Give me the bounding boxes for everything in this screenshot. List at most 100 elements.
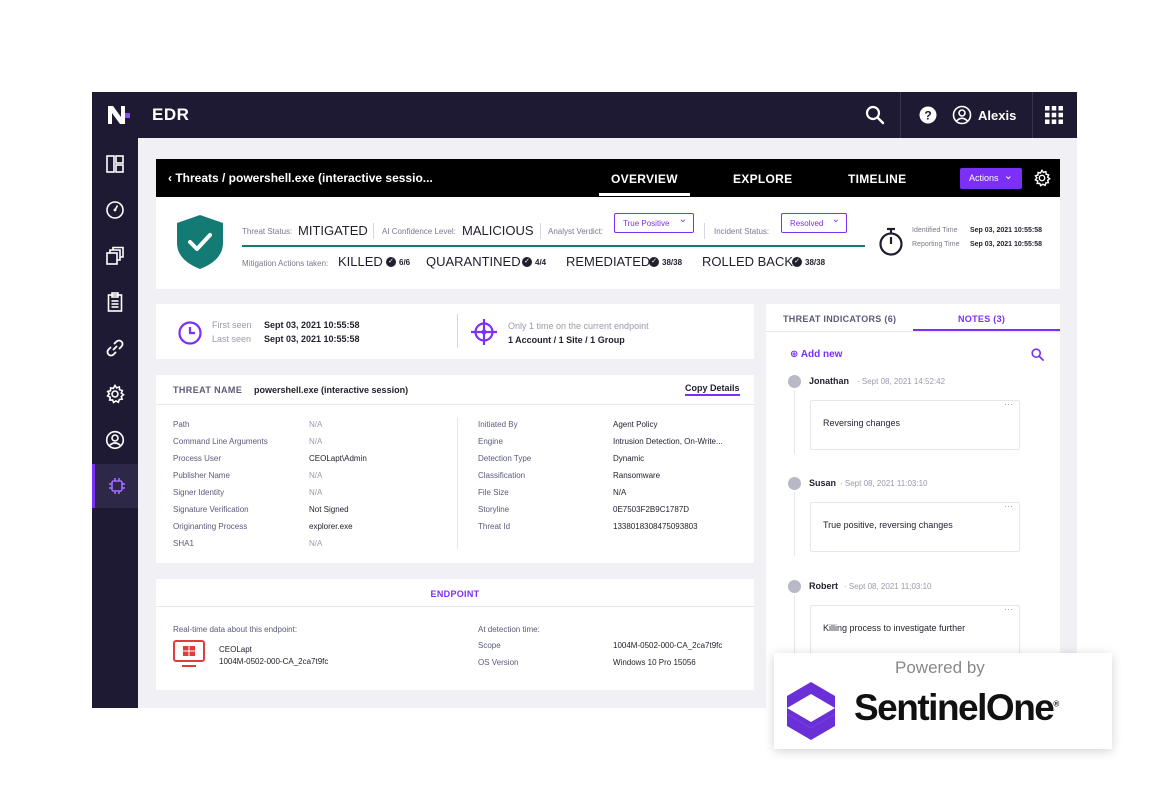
first-seen-label: First seen xyxy=(212,320,252,330)
detail-value: N/A xyxy=(309,437,323,446)
copy-details-link[interactable]: Copy Details xyxy=(685,383,740,396)
tab-divider xyxy=(766,331,1060,332)
detail-label: Publisher Name xyxy=(173,471,230,480)
sidebar xyxy=(92,138,138,708)
mitigation-action: ROLLED BACK xyxy=(702,254,794,269)
last-seen-label: Last seen xyxy=(212,334,252,344)
sidebar-item-gauge[interactable] xyxy=(92,188,138,232)
gear-icon xyxy=(106,384,125,404)
sidebar-item-threats[interactable] xyxy=(92,464,138,508)
scope-value: 1004M-0502-000-CA_2ca7t9fc xyxy=(613,641,723,650)
tab-notes[interactable]: NOTES (3) xyxy=(958,314,1005,324)
status-divider xyxy=(704,223,705,239)
actions-dropdown-button[interactable]: Actions xyxy=(960,168,1022,189)
detail-value: Intrusion Detection, On-Write... xyxy=(613,437,723,446)
threat-name-header: THREAT NAME powershell.exe (interactive … xyxy=(156,375,754,405)
detail-value: 0E7503F2B9C1787D xyxy=(613,505,690,514)
help-icon[interactable]: ? xyxy=(919,106,937,124)
user-icon xyxy=(105,430,125,450)
endpoint-card: ENDPOINT Real-time data about this endpo… xyxy=(156,579,754,690)
reporting-time-label: Reporting Time xyxy=(912,241,960,248)
sidebar-item-settings[interactable] xyxy=(92,372,138,416)
analyst-verdict-label: Analyst Verdict: xyxy=(548,227,604,236)
note-thread-line xyxy=(794,390,795,454)
sidebar-item-stack[interactable] xyxy=(92,234,138,278)
detection-label: At detection time: xyxy=(478,625,540,634)
realtime-label: Real-time data about this endpoint: xyxy=(173,625,298,634)
shield-check-icon xyxy=(177,215,223,269)
clock-icon xyxy=(178,321,202,345)
avatar xyxy=(788,580,801,593)
detail-value: N/A xyxy=(309,539,323,548)
sidebar-item-users[interactable] xyxy=(92,418,138,462)
stack-icon xyxy=(106,246,124,265)
user-name[interactable]: Alexis xyxy=(978,108,1016,123)
user-avatar-icon[interactable] xyxy=(952,105,972,125)
status-divider xyxy=(373,223,374,239)
endpoint-name: CEOLapt xyxy=(219,645,252,654)
detail-label: Command Line Arguments xyxy=(173,437,268,446)
scope-label: Scope xyxy=(478,641,501,650)
detail-label: Initiated By xyxy=(478,420,518,429)
note-timestamp: Sept 08, 2021 11:03:10 xyxy=(844,479,928,488)
tab-timeline[interactable]: TIMELINE xyxy=(848,172,906,186)
detail-label: Storyline xyxy=(478,505,510,514)
detail-label: Path xyxy=(173,420,190,429)
search-icon[interactable] xyxy=(865,105,885,125)
mitigation-action: QUARANTINED xyxy=(426,254,521,269)
check-icon: ✓ xyxy=(792,257,802,267)
note-time: · Sept 08, 2021 11:03:10 xyxy=(840,479,928,488)
analyst-verdict-dropdown[interactable]: True Positive xyxy=(614,213,694,233)
note-author: Susan xyxy=(809,478,837,488)
tab-explore[interactable]: EXPLORE xyxy=(733,172,792,186)
detail-label: Process User xyxy=(173,454,222,463)
detail-label: Originanting Process xyxy=(173,522,248,531)
sidebar-item-links[interactable] xyxy=(92,326,138,370)
mitigation-action: REMEDIATED xyxy=(566,254,651,269)
detail-label: Engine xyxy=(478,437,503,446)
threat-name-label: THREAT NAME xyxy=(173,385,243,395)
note-thread-line xyxy=(794,595,795,659)
threat-details-card: THREAT NAME powershell.exe (interactive … xyxy=(156,375,754,563)
add-note-label: Add new xyxy=(800,349,843,360)
seen-divider xyxy=(457,314,458,348)
detail-label: Signature Verification xyxy=(173,505,249,514)
add-note-button[interactable]: ⊕ Add new xyxy=(790,349,842,360)
note-card[interactable]: Killing process to investigate further xyxy=(810,604,1020,655)
detail-label: Classification xyxy=(478,471,526,480)
detail-label: Detection Type xyxy=(478,454,532,463)
incident-status-dropdown[interactable]: Resolved xyxy=(781,213,847,233)
powered-by-label: Powered by xyxy=(895,658,985,677)
avatar xyxy=(788,477,801,490)
note-author: Robert xyxy=(809,581,838,591)
mitigation-label: Mitigation Actions taken: xyxy=(242,259,329,268)
gear-icon[interactable] xyxy=(1033,169,1051,187)
sentinelone-logo-icon xyxy=(787,682,835,740)
seen-summary-card: First seen Sept 03, 2021 10:55:58 Last s… xyxy=(156,304,754,359)
threat-status-panel: Threat Status: MITIGATED AI Confidence L… xyxy=(156,197,1060,289)
n-logo-icon[interactable] xyxy=(105,102,131,128)
active-tab-indicator xyxy=(913,329,1060,331)
search-icon[interactable] xyxy=(1031,348,1044,361)
sentinelone-wordmark: SentinelOne® xyxy=(854,687,1059,729)
brand-name: SentinelOne xyxy=(854,687,1055,728)
mitigation-action: KILLED xyxy=(338,254,383,269)
note-card[interactable]: Reversing changes xyxy=(810,399,1020,450)
note-time: · Sept 08, 2021 11:03:10 xyxy=(844,582,932,591)
threat-status-value: MITIGATED xyxy=(298,223,368,238)
detail-label: SHA1 xyxy=(173,539,194,548)
sidebar-item-clipboard[interactable] xyxy=(92,280,138,324)
detail-value: N/A xyxy=(309,471,323,480)
last-seen-value: Sept 03, 2021 10:55:58 xyxy=(264,334,360,344)
tab-threat-indicators[interactable]: THREAT INDICATORS (6) xyxy=(783,314,896,324)
note-timestamp: Sept 08, 2021 11:03:10 xyxy=(848,582,932,591)
app-title: EDR xyxy=(152,105,190,124)
detail-label: File Size xyxy=(478,488,509,497)
os-version-label: OS Version xyxy=(478,658,519,667)
trademark-symbol: ® xyxy=(1053,699,1060,709)
breadcrumb[interactable]: ‹ Threats / powershell.exe (interactive … xyxy=(168,171,433,185)
tab-overview[interactable]: OVERVIEW xyxy=(599,172,690,196)
app-grid-icon[interactable] xyxy=(1045,106,1063,124)
note-card[interactable]: True positive, reversing changes xyxy=(810,501,1020,552)
sidebar-item-dashboard[interactable] xyxy=(92,142,138,186)
